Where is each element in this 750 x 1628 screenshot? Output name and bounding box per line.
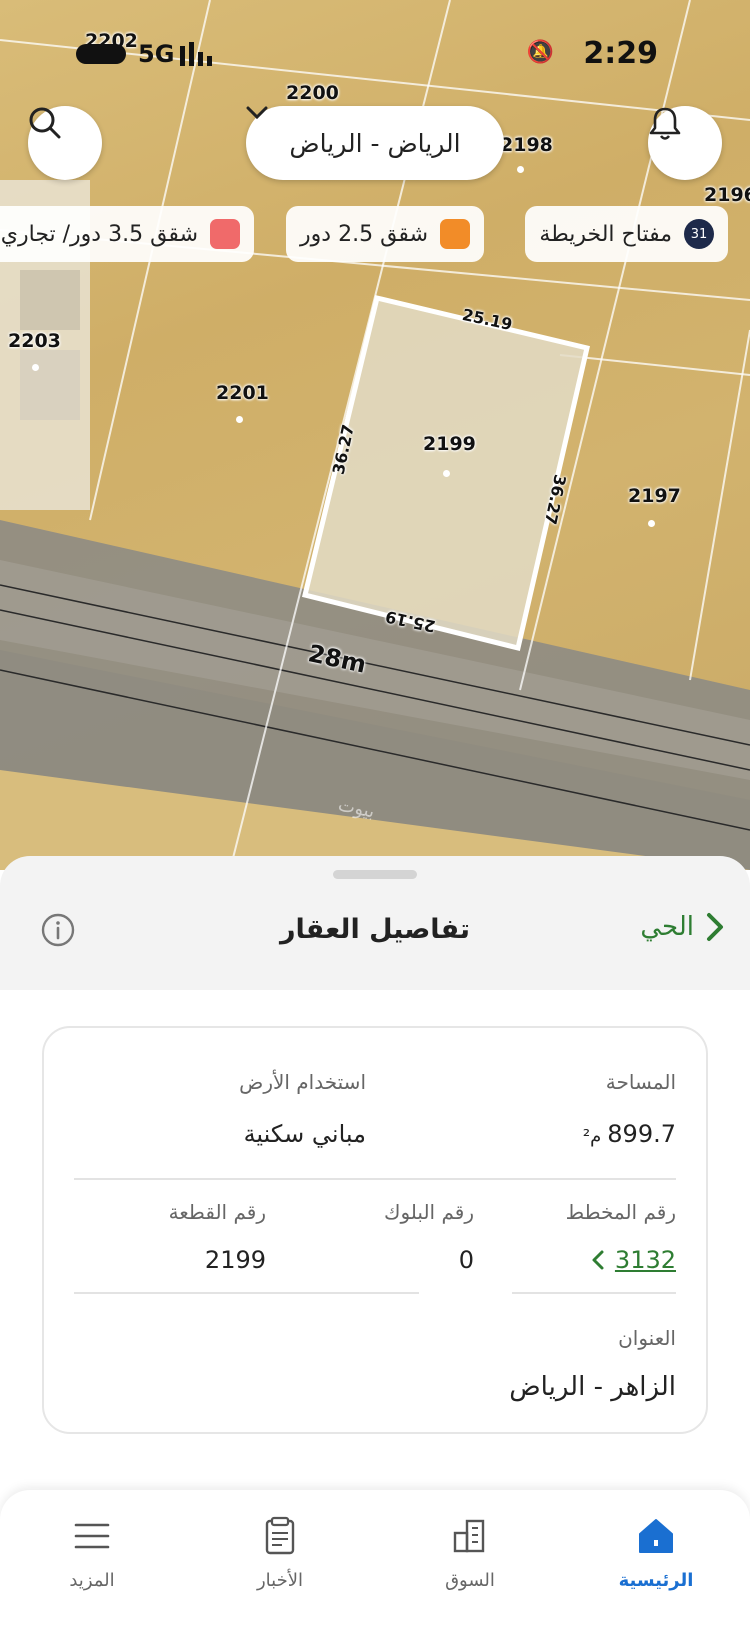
sheet-title: تفاصيل العقار bbox=[279, 914, 471, 945]
address-label: العنوان bbox=[618, 1326, 676, 1350]
status-bar: 5G 🔕 2:29 bbox=[0, 28, 750, 80]
building-icon bbox=[453, 1519, 485, 1553]
map-view[interactable]: 2202 2200 2198 2196 2203 2201 2199 2197 … bbox=[0, 0, 750, 870]
legend-chip-label: شقق 3.5 دور/ تجاري bbox=[0, 221, 198, 247]
plot-label: 2199 bbox=[423, 433, 476, 455]
notifications-button[interactable] bbox=[648, 106, 722, 180]
nav-market[interactable]: السوق bbox=[400, 1490, 540, 1610]
bottom-nav: الرئيسية السوق الأخبار المزيد bbox=[0, 1490, 750, 1628]
search-icon bbox=[29, 107, 61, 139]
legend-swatch bbox=[210, 219, 240, 249]
chevron-right-icon bbox=[707, 913, 723, 941]
map-key-button[interactable]: 31 مفتاح الخريطة bbox=[525, 206, 728, 262]
info-icon bbox=[41, 913, 75, 947]
news-icon bbox=[265, 1516, 295, 1555]
divider bbox=[74, 1292, 419, 1294]
clock: 2:29 bbox=[583, 36, 658, 71]
nav-home-label: الرئيسية bbox=[618, 1570, 694, 1591]
nav-news-label: الأخبار bbox=[256, 1570, 303, 1591]
chevron-left-icon bbox=[592, 1250, 604, 1270]
home-icon bbox=[639, 1519, 673, 1553]
bell-icon bbox=[649, 107, 681, 140]
area-unit: م² bbox=[582, 1126, 602, 1147]
plot-number-value: 2199 bbox=[204, 1246, 266, 1274]
plot-label: 2201 bbox=[216, 382, 269, 404]
nav-news[interactable]: الأخبار bbox=[210, 1490, 350, 1610]
nav-more[interactable]: المزيد bbox=[22, 1490, 162, 1610]
nav-more-label: المزيد bbox=[69, 1570, 115, 1591]
camera-pill bbox=[76, 44, 126, 64]
plan-value: 3132 bbox=[614, 1246, 676, 1274]
divider bbox=[74, 1178, 676, 1180]
sheet-drag-handle[interactable] bbox=[333, 870, 417, 879]
signal-icon bbox=[180, 42, 212, 66]
address-value: الزاهر - الرياض bbox=[509, 1372, 676, 1402]
legend-swatch bbox=[440, 219, 470, 249]
plot-label: 2196 bbox=[704, 184, 750, 206]
plan-label: رقم المخطط bbox=[565, 1200, 676, 1224]
property-details-card: المساحة 899.7 م² استخدام الأرض مباني سكن… bbox=[42, 1026, 708, 1434]
plot-label: 2200 bbox=[286, 82, 339, 104]
map-key-badge: 31 bbox=[684, 219, 714, 249]
plot-dot bbox=[648, 520, 655, 527]
city-label: الرياض - الرياض bbox=[289, 128, 461, 158]
plot-label: 2198 bbox=[500, 134, 553, 156]
city-selector[interactable]: الرياض - الرياض bbox=[246, 106, 504, 180]
plot-dot bbox=[443, 470, 450, 477]
block-value: 0 bbox=[458, 1246, 474, 1274]
plot-dot bbox=[236, 416, 243, 423]
district-label: الحي bbox=[640, 912, 694, 942]
area-label: المساحة bbox=[605, 1070, 676, 1094]
plan-link[interactable]: 3132 bbox=[591, 1246, 676, 1274]
legend-chip-label: شقق 2.5 دور bbox=[300, 221, 428, 247]
map-key-label: مفتاح الخريطة bbox=[539, 221, 672, 247]
area-number: 899.7 bbox=[607, 1120, 676, 1148]
legend-chip-apartments-3-5[interactable]: شقق 3.5 دور/ تجاري bbox=[0, 206, 254, 262]
sheet-header: تفاصيل العقار الحي bbox=[0, 896, 750, 970]
legend-chip-apartments-2-5[interactable]: شقق 2.5 دور bbox=[286, 206, 484, 262]
divider bbox=[512, 1292, 676, 1294]
chevron-down-icon bbox=[246, 106, 268, 120]
area-value: 899.7 م² bbox=[583, 1120, 676, 1148]
search-button[interactable] bbox=[28, 106, 102, 180]
nav-home[interactable]: الرئيسية bbox=[586, 1490, 726, 1610]
land-use-value: مباني سكنية bbox=[243, 1120, 366, 1148]
block-label: رقم البلوك bbox=[383, 1200, 474, 1224]
plot-label: 2197 bbox=[628, 485, 681, 507]
plot-label: 2203 bbox=[8, 330, 61, 352]
menu-icon bbox=[74, 1523, 110, 1549]
plot-number-label: رقم القطعة bbox=[168, 1200, 266, 1224]
land-use-label: استخدام الأرض bbox=[239, 1070, 366, 1094]
district-link[interactable]: الحي bbox=[640, 912, 724, 942]
nav-market-label: السوق bbox=[445, 1570, 495, 1591]
network-label: 5G bbox=[138, 40, 175, 68]
plot-dot bbox=[517, 166, 524, 173]
info-button[interactable] bbox=[40, 912, 76, 952]
silent-bell-icon: 🔕 bbox=[526, 40, 554, 65]
plot-dot bbox=[32, 364, 39, 371]
